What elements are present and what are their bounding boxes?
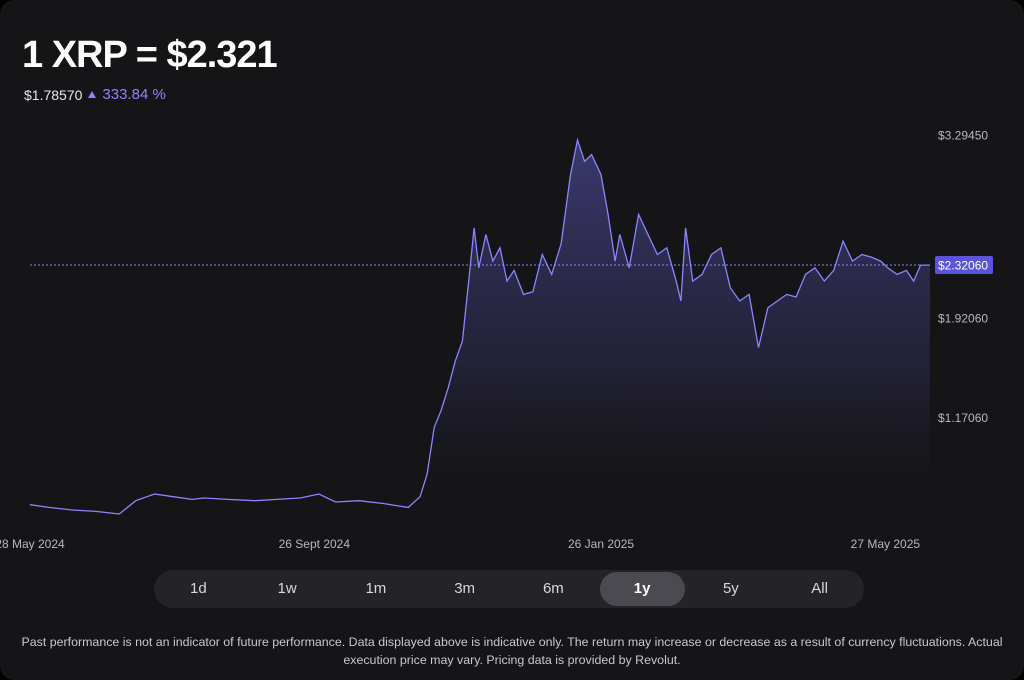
x-tick-label: 26 Sept 2024 [279,537,351,551]
current-price-label: $2.32060 [938,259,988,273]
range-button-1d[interactable]: 1d [156,572,241,606]
x-tick-label: 27 May 2025 [851,537,921,551]
range-button-1y[interactable]: 1y [599,572,685,606]
y-tick-label: $1.92060 [938,311,988,325]
x-tick-label: 28 May 2024 [0,537,65,551]
price-area [30,140,930,522]
y-tick-label: $1.17060 [938,411,988,425]
range-button-1m[interactable]: 1m [334,572,419,606]
range-button-3m[interactable]: 3m [422,572,507,606]
disclaimer: Past performance is not an indicator of … [21,635,1003,667]
current-price-tag: $2.32060 [935,256,993,275]
range-button-all[interactable]: All [777,572,862,606]
price-chart[interactable]: $3.29450 $1.92060 $1.17060 28 May 2024 26 S… [0,0,1024,560]
x-tick-label: 26 Jan 2025 [568,537,634,551]
y-tick-label: $3.29450 [938,128,988,142]
range-button-6m[interactable]: 6m [511,572,596,606]
time-range-selector: 1d 1w 1m 3m 6m 1y 5y All [154,570,864,608]
range-button-1w[interactable]: 1w [245,572,330,606]
price-card: 1 XRP = $2.321 $1.78570 333.84 % $3.2945… [0,0,1024,680]
range-button-5y[interactable]: 5y [689,572,774,606]
